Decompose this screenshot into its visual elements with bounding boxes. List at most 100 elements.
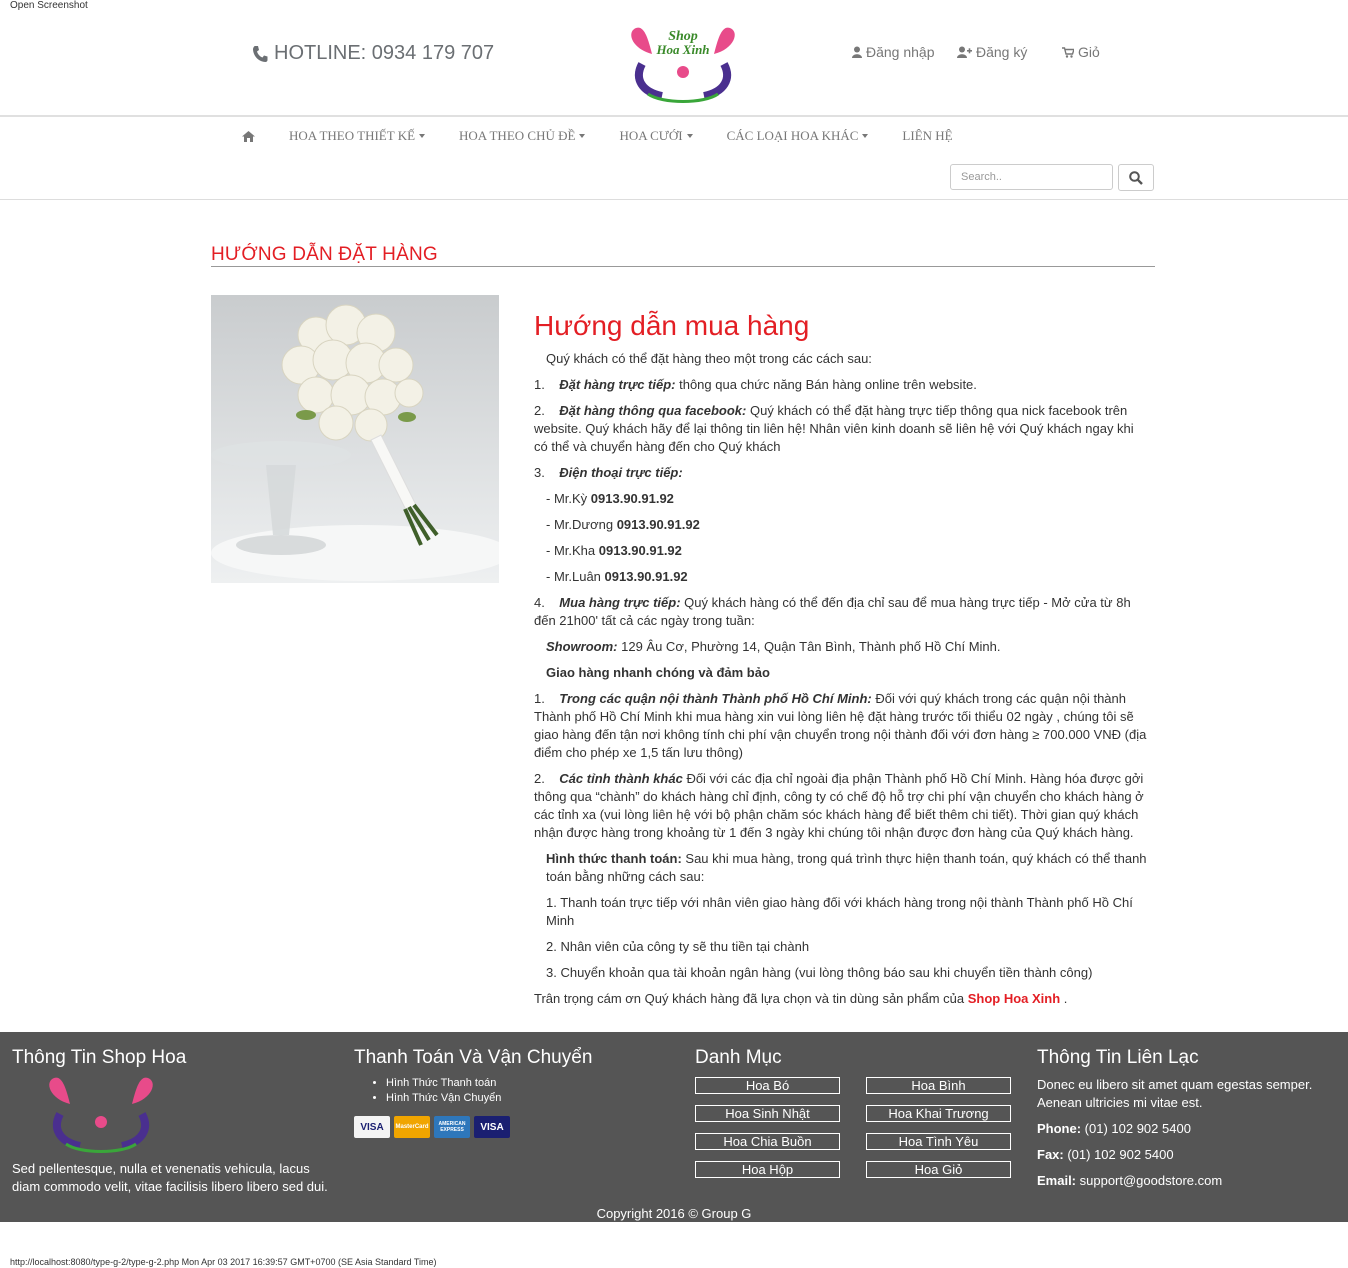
caret-down-icon bbox=[419, 134, 426, 138]
search-icon bbox=[1129, 170, 1143, 185]
nav-hoa-theo-thiet-ke[interactable]: HOA THEO THIẾT KẾ bbox=[289, 128, 426, 144]
header-divider bbox=[0, 115, 1348, 117]
hotline-text: HOTLINE: 0934 179 707 bbox=[274, 42, 495, 64]
method-1: 1. Đặt hàng trực tiếp: thông qua chức nă… bbox=[534, 376, 1150, 394]
nav-label: HOA THEO CHỦ ĐỀ bbox=[459, 128, 576, 143]
contact-name: - Mr.Dương bbox=[546, 517, 617, 532]
method-4: 4. Mua hàng trực tiếp: Quý khách hàng có… bbox=[534, 594, 1150, 630]
nav-home[interactable] bbox=[242, 130, 255, 142]
nav-hoa-cuoi[interactable]: HOA CƯỚI bbox=[619, 128, 693, 144]
category-hoa-khai-truong[interactable]: Hoa Khai Trương bbox=[866, 1105, 1011, 1122]
visa-card-icon: VISA bbox=[354, 1116, 390, 1138]
email-label: Email: bbox=[1037, 1173, 1077, 1188]
register-link[interactable]: Đăng ký bbox=[957, 44, 1027, 60]
payment-option: 3. Chuyển khoản qua tài khoản ngân hàng … bbox=[546, 965, 1093, 980]
method-2: 2. Đặt hàng thông qua facebook: Quý khác… bbox=[534, 402, 1150, 456]
shipping-method-link[interactable]: Hình Thức Vận Chuyển bbox=[386, 1091, 654, 1106]
phone-contact: - Mr.Dương 0913.90.91.92 bbox=[534, 516, 1150, 534]
login-label: Đăng nhập bbox=[866, 44, 935, 60]
showroom: Showroom: 129 Âu Cơ, Phường 14, Quận Tân… bbox=[534, 638, 1150, 656]
search-placeholder: Search.. bbox=[961, 171, 1002, 183]
intro-text: Quý khách có thể đặt hàng theo một trong… bbox=[546, 351, 872, 366]
showroom-address: 129 Âu Cơ, Phường 14, Quận Tân Bình, Thà… bbox=[617, 639, 1001, 654]
showroom-label: Showroom: bbox=[546, 639, 618, 654]
list-number: 4. bbox=[534, 595, 545, 610]
delivery-title: Các tỉnh thành khác bbox=[559, 771, 683, 786]
cart-link[interactable]: Giỏ bbox=[1062, 44, 1100, 60]
register-label: Đăng ký bbox=[976, 44, 1028, 60]
page-url-stamp: http://localhost:8080/type-g-2/type-g-2.… bbox=[10, 1257, 437, 1267]
article-content: Hướng dẫn mua hàng Quý khách có thể đặt … bbox=[534, 310, 1150, 1016]
list-number: 2. bbox=[534, 403, 545, 418]
amex-card-icon: AMERICAN EXPRESS bbox=[434, 1116, 470, 1138]
nav-label: HOA CƯỚI bbox=[619, 128, 683, 143]
category-hoa-gio[interactable]: Hoa Giỏ bbox=[866, 1161, 1011, 1178]
phone-icon bbox=[253, 45, 268, 62]
method-3: 3. Điện thoại trực tiếp: bbox=[534, 464, 1150, 482]
method-title: Đặt hàng trực tiếp: bbox=[559, 377, 676, 392]
footer-categories: Danh Mục Hoa Bó Hoa Bình Hoa Sinh Nhật H… bbox=[695, 1046, 1025, 1196]
nav-lien-he[interactable]: LIÊN HỆ bbox=[902, 128, 952, 144]
category-hoa-tinh-yeu[interactable]: Hoa Tình Yêu bbox=[866, 1133, 1011, 1150]
caret-down-icon bbox=[579, 134, 586, 138]
thanks-text: Trân trọng cám ơn Quý khách hàng đã lựa … bbox=[534, 990, 1150, 1008]
phone-contact: - Mr.Kha 0913.90.91.92 bbox=[534, 542, 1150, 560]
payment-method-link[interactable]: Hình Thức Thanh toán bbox=[386, 1076, 654, 1091]
nav-hoa-theo-chu-de[interactable]: HOA THEO CHỦ ĐỀ bbox=[459, 128, 586, 144]
delivery-1: 1. Trong các quận nội thành Thành phố Hồ… bbox=[534, 690, 1150, 762]
method-title: Đặt hàng thông qua facebook: bbox=[559, 403, 747, 418]
contact-name: - Mr.Luân bbox=[546, 569, 605, 584]
thanks-end: . bbox=[1060, 991, 1068, 1006]
shop-logo[interactable]: Shop Hoa Xinh bbox=[622, 24, 744, 108]
cart-label: Giỏ bbox=[1078, 44, 1100, 60]
search-input[interactable]: Search.. bbox=[950, 164, 1113, 190]
footer-shop-text: Sed pellentesque, nulla et venenatis veh… bbox=[12, 1161, 328, 1194]
method-text: thông qua chức năng Bán hàng online trên… bbox=[675, 377, 977, 392]
category-hoa-bo[interactable]: Hoa Bó bbox=[695, 1077, 840, 1094]
footer-col-title: Thanh Toán Và Vận Chuyển bbox=[354, 1047, 593, 1068]
visa-card-icon: VISA bbox=[474, 1116, 510, 1138]
delivery-heading-text: Giao hàng nhanh chóng và đảm bảo bbox=[546, 665, 770, 680]
nav-cac-loai-hoa-khac[interactable]: CÁC LOẠI HOA KHÁC bbox=[727, 128, 869, 144]
phone-contact: - Mr.Luân 0913.90.91.92 bbox=[534, 568, 1150, 586]
home-icon bbox=[242, 130, 255, 142]
footer-contact: Thông Tin Liên Lạc Donec eu libero sit a… bbox=[1037, 1046, 1327, 1190]
page-title: HƯỚNG DẪN ĐẶT HÀNG bbox=[211, 244, 438, 265]
category-hoa-hop[interactable]: Hoa Hộp bbox=[695, 1161, 840, 1178]
footer-col-title: Danh Mục bbox=[695, 1047, 782, 1068]
copyright: Copyright 2016 © Group G bbox=[596, 1206, 752, 1221]
footer-fax: Fax: (01) 102 902 5400 bbox=[1037, 1146, 1327, 1164]
payment-cards: VISA MasterCard AMERICAN EXPRESS VISA bbox=[354, 1116, 654, 1138]
fax-label: Fax: bbox=[1037, 1147, 1064, 1162]
category-hoa-chia-buon[interactable]: Hoa Chia Buồn bbox=[695, 1133, 840, 1150]
main-nav: HOA THEO THIẾT KẾ HOA THEO CHỦ ĐỀ HOA CƯ… bbox=[242, 128, 987, 144]
footer-payment-shipping: Thanh Toán Và Vận Chuyển Hình Thức Thanh… bbox=[354, 1046, 654, 1138]
nav-label: LIÊN HỆ bbox=[902, 128, 953, 143]
logo-line2: Hoa Xinh bbox=[655, 42, 709, 57]
email-value[interactable]: support@goodstore.com bbox=[1076, 1173, 1223, 1188]
category-hoa-sinh-nhat[interactable]: Hoa Sinh Nhật bbox=[695, 1105, 840, 1122]
contact-number: 0913.90.91.92 bbox=[616, 517, 700, 532]
delivery-2: 2. Các tỉnh thành khác Đối với các địa c… bbox=[534, 770, 1150, 842]
open-screenshot-label: Open Screenshot bbox=[10, 0, 88, 11]
brand-link[interactable]: Shop Hoa Xinh bbox=[968, 991, 1060, 1006]
footer-shop-info: Thông Tin Shop Hoa Sed pellentesque, nul… bbox=[12, 1046, 332, 1196]
hotline: HOTLINE: 0934 179 707 bbox=[252, 42, 494, 65]
footer-col-title: Thông Tin Shop Hoa bbox=[12, 1047, 187, 1068]
footer-col-title: Thông Tin Liên Lạc bbox=[1037, 1047, 1199, 1068]
category-hoa-binh[interactable]: Hoa Bình bbox=[866, 1077, 1011, 1094]
login-link[interactable]: Đăng nhập bbox=[852, 44, 935, 60]
phone-label: Phone: bbox=[1037, 1121, 1082, 1136]
search-button[interactable] bbox=[1118, 164, 1154, 191]
thanks-body: Trân trọng cám ơn Quý khách hàng đã lựa … bbox=[534, 991, 968, 1006]
payment-methods: Hình thức thanh toán: Sau khi mua hàng, … bbox=[534, 850, 1150, 886]
payment-option: 1. Thanh toán trực tiếp với nhân viên gi… bbox=[546, 895, 1133, 928]
contact-number: 0913.90.91.92 bbox=[604, 569, 688, 584]
contact-number: 0913.90.91.92 bbox=[598, 543, 682, 558]
footer: Thông Tin Shop Hoa Sed pellentesque, nul… bbox=[0, 1032, 1348, 1222]
user-plus-icon bbox=[957, 46, 972, 58]
delivery-heading: Giao hàng nhanh chóng và đảm bảo bbox=[534, 664, 1150, 682]
payment-label: Hình thức thanh toán: bbox=[546, 851, 682, 866]
mastercard-icon: MasterCard bbox=[394, 1116, 430, 1138]
contact-name: - Mr.Kỳ bbox=[546, 491, 591, 506]
